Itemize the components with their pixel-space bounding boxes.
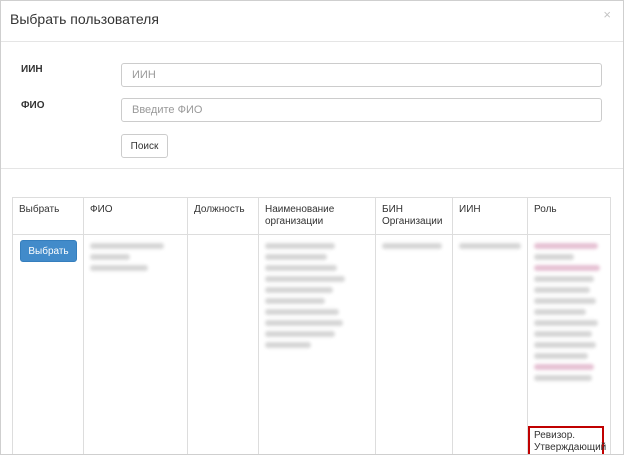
fio-input[interactable] bbox=[121, 98, 602, 122]
iin-label: ИИН bbox=[21, 64, 43, 75]
column-header-position: Должность bbox=[187, 197, 259, 235]
highlighted-role: Ревизор. Утверждающий bbox=[528, 426, 606, 454]
role-cell: Ревизор. Утверждающий bbox=[527, 234, 611, 454]
table-header-row: Выбрать ФИО Должность Наименование орган… bbox=[12, 197, 611, 235]
fio-cell-redacted bbox=[83, 234, 188, 454]
org-name-cell-redacted bbox=[258, 234, 376, 454]
bin-cell-redacted bbox=[375, 234, 453, 454]
section-divider bbox=[1, 168, 623, 169]
position-cell bbox=[187, 234, 259, 454]
column-header-select: Выбрать bbox=[12, 197, 84, 235]
dialog-title: Выбрать пользователя bbox=[10, 11, 159, 27]
table-row: Выбрать Ревизор. Утверждающий bbox=[12, 234, 611, 454]
column-header-iin: ИИН bbox=[452, 197, 528, 235]
select-user-dialog: Выбрать пользователя × ИИН ФИО Поиск Выб… bbox=[0, 0, 624, 455]
iin-cell-redacted bbox=[452, 234, 528, 454]
column-header-fio: ФИО bbox=[83, 197, 188, 235]
column-header-role: Роль bbox=[527, 197, 611, 235]
select-user-button[interactable]: Выбрать bbox=[20, 240, 77, 262]
column-header-bin: БИН Организации bbox=[375, 197, 453, 235]
select-cell: Выбрать bbox=[12, 234, 84, 454]
iin-input[interactable] bbox=[121, 63, 602, 87]
search-button[interactable]: Поиск bbox=[121, 134, 168, 158]
close-icon[interactable]: × bbox=[603, 7, 611, 22]
fio-label: ФИО bbox=[21, 100, 45, 111]
results-table: Выбрать ФИО Должность Наименование орган… bbox=[12, 197, 611, 454]
dialog-header: Выбрать пользователя × bbox=[1, 1, 623, 42]
column-header-org-name: Наименование организации bbox=[258, 197, 376, 235]
